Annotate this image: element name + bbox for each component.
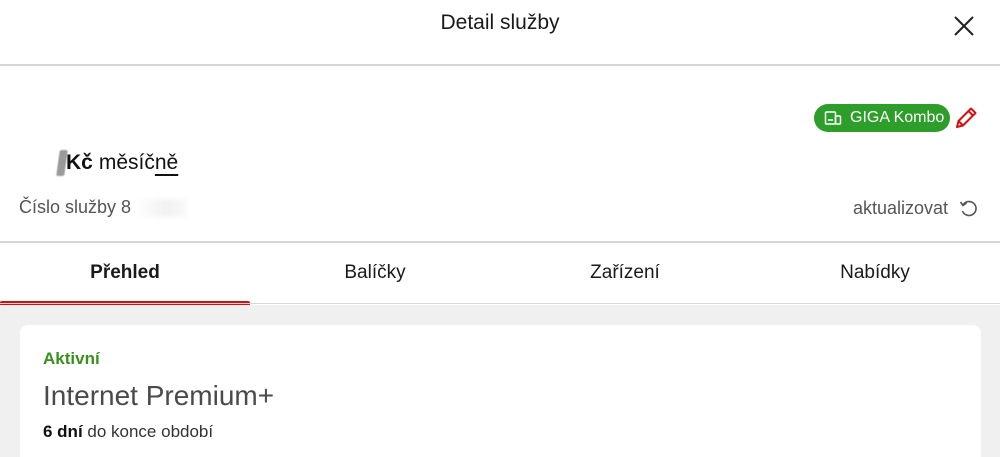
tab-nabidky[interactable]: Nabídky	[750, 243, 1000, 304]
package-icon	[824, 111, 842, 125]
tabs-divider	[0, 303, 1000, 304]
pencil-icon	[956, 107, 977, 128]
plan-badge-label: GIGA Kombo	[850, 109, 945, 126]
edit-button[interactable]	[953, 104, 979, 132]
days-suffix: do konce období	[82, 422, 214, 441]
days-remaining: 6 dní do konce období	[43, 422, 213, 442]
refresh-label: aktualizovat	[852, 197, 948, 218]
close-button[interactable]	[952, 14, 976, 38]
tab-bar: Přehled Balíčky Zařízení Nabídky	[0, 243, 1000, 306]
days-count: 6 dní	[43, 422, 83, 441]
price-period: měsíčně	[98, 151, 179, 174]
page-title: Detail služby	[440, 11, 560, 34]
close-icon	[954, 16, 974, 36]
header-divider	[0, 64, 1000, 66]
tab-prehled[interactable]: Přehled	[0, 243, 250, 306]
service-number-label: Číslo služby 8	[19, 197, 132, 217]
status-badge: Aktivní	[43, 349, 100, 368]
price-currency: Kč	[66, 151, 93, 174]
refresh-icon	[959, 200, 977, 217]
plan-name: Internet Premium+	[43, 380, 275, 411]
plan-badge[interactable]: GIGA Kombo	[814, 104, 950, 132]
service-card[interactable]: Aktivní Internet Premium+ 6 dní do konce…	[20, 325, 981, 457]
tab-balicky[interactable]: Balíčky	[250, 243, 500, 304]
monthly-price: Kč měsíčně	[56, 147, 179, 179]
service-number-redacted	[135, 198, 188, 217]
refresh-button[interactable]: aktualizovat	[853, 197, 980, 219]
service-number: Číslo služby 8	[19, 197, 188, 218]
tab-zarizeni[interactable]: Zařízení	[500, 243, 750, 304]
header-bar: Detail služby	[0, 0, 1000, 64]
